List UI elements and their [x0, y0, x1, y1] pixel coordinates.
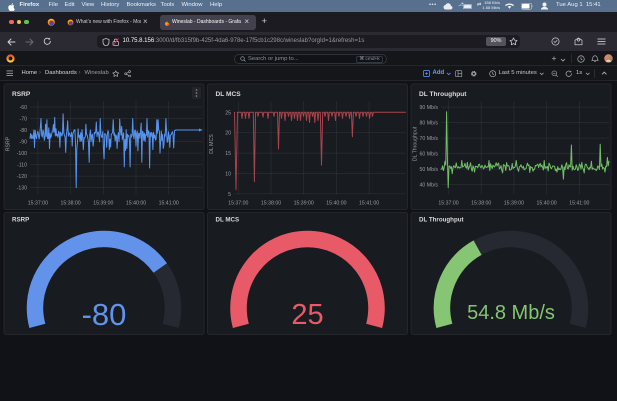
svg-text:DL Throughput: DL Throughput — [419, 91, 467, 98]
svg-text:-70: -70 — [20, 117, 28, 123]
svg-text:40 Mb/s: 40 Mb/s — [420, 183, 439, 189]
svg-text:-90: -90 — [20, 140, 28, 146]
svg-text:DL MCS: DL MCS — [216, 217, 240, 224]
svg-text:5: 5 — [228, 192, 231, 198]
svg-text:54.8 Mb/s: 54.8 Mb/s — [467, 302, 555, 324]
svg-text:-80: -80 — [20, 128, 28, 134]
svg-text:70 Mb/s: 70 Mb/s — [420, 136, 439, 142]
svg-text:-120: -120 — [17, 174, 27, 180]
svg-text:60 Mb/s: 60 Mb/s — [420, 152, 439, 158]
svg-text:RSRP: RSRP — [6, 136, 12, 151]
svg-text:90 Mb/s: 90 Mb/s — [420, 105, 439, 111]
svg-text:15: 15 — [225, 151, 231, 157]
svg-text:15:39:00: 15:39:00 — [93, 201, 113, 207]
svg-text:RSRP: RSRP — [12, 91, 31, 98]
svg-text:50 Mb/s: 50 Mb/s — [420, 167, 439, 173]
svg-text:DL Throughput: DL Throughput — [413, 126, 419, 161]
svg-text:-110: -110 — [17, 163, 27, 169]
svg-text:DL Throughput: DL Throughput — [419, 217, 464, 224]
svg-text:DL MCS: DL MCS — [216, 91, 242, 98]
svg-text:15:39:00: 15:39:00 — [294, 201, 314, 207]
svg-text:15:41:00: 15:41:00 — [159, 201, 179, 207]
svg-text:15:40:00: 15:40:00 — [536, 201, 556, 207]
svg-text:15:41:00: 15:41:00 — [359, 201, 379, 207]
svg-text:-100: -100 — [17, 151, 27, 157]
svg-text:20: 20 — [225, 131, 231, 137]
svg-text:15:40:00: 15:40:00 — [326, 201, 346, 207]
svg-text:15:38:00: 15:38:00 — [261, 201, 281, 207]
svg-text:15:39:00: 15:39:00 — [504, 201, 524, 207]
svg-text:RSRP: RSRP — [12, 217, 29, 224]
svg-text:25: 25 — [225, 110, 231, 116]
svg-text:15:38:00: 15:38:00 — [60, 201, 80, 207]
svg-text:DL MCS: DL MCS — [209, 134, 215, 154]
svg-text:15:37:00: 15:37:00 — [438, 201, 458, 207]
svg-text:25: 25 — [291, 299, 323, 331]
svg-text:15:37:00: 15:37:00 — [228, 201, 248, 207]
svg-text:15:38:00: 15:38:00 — [471, 201, 491, 207]
svg-text:-60: -60 — [20, 105, 28, 111]
svg-text:15:37:00: 15:37:00 — [28, 201, 48, 207]
svg-text:-130: -130 — [17, 186, 27, 192]
svg-text:80 Mb/s: 80 Mb/s — [420, 121, 439, 127]
svg-text:10: 10 — [225, 171, 231, 177]
svg-text:15:41:00: 15:41:00 — [569, 201, 589, 207]
svg-text:-80: -80 — [82, 297, 127, 332]
svg-text:15:40:00: 15:40:00 — [126, 201, 146, 207]
